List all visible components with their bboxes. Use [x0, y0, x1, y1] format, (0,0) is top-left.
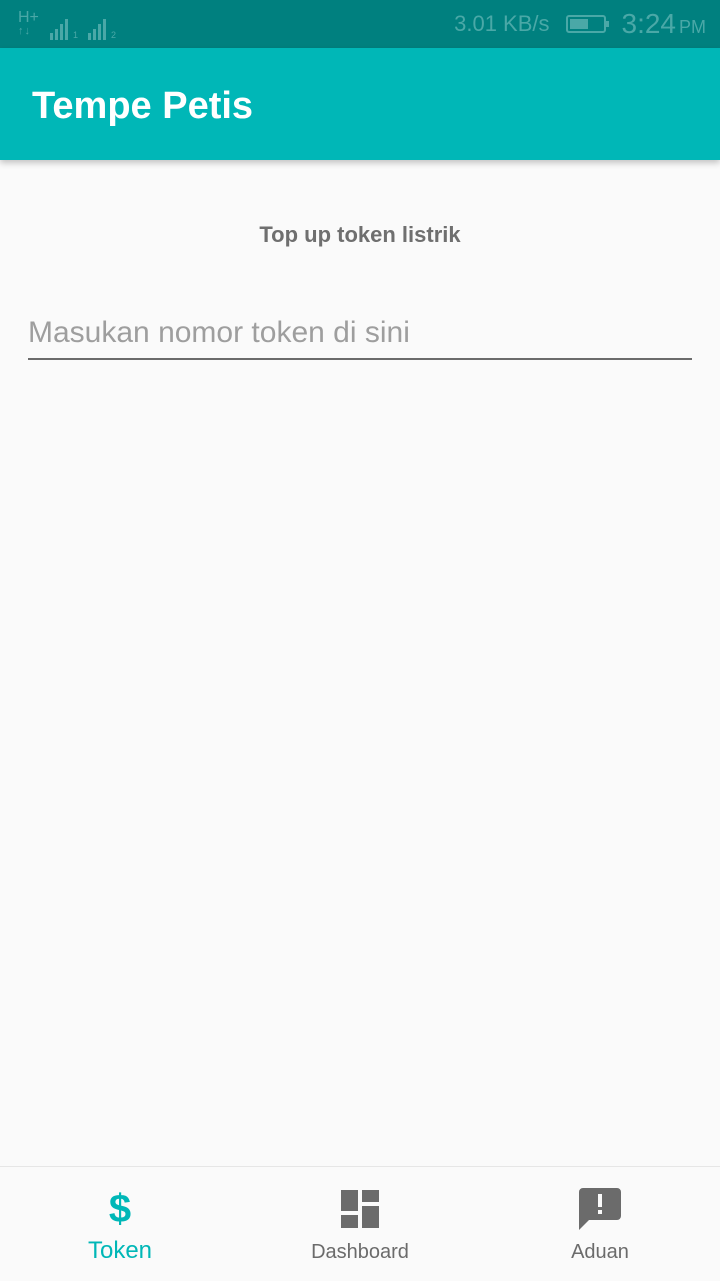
section-title: Top up token listrik [259, 222, 461, 247]
network-speed: 3.01 KB/s [454, 11, 550, 36]
feedback-icon [578, 1187, 622, 1231]
status-left: H+ ↑↓ 1 2 [18, 8, 116, 40]
nav-item-aduan[interactable]: Aduan [480, 1167, 720, 1281]
nav-item-dashboard[interactable]: Dashboard [240, 1167, 480, 1281]
sim1-label: 1 [73, 30, 79, 40]
nav-item-token[interactable]: $ Token [0, 1167, 240, 1281]
sim2-signal-icon: 2 [88, 16, 116, 40]
network-type-label: H+ [18, 9, 39, 26]
app-bar: Tempe Petis [0, 48, 720, 160]
dashboard-icon [338, 1187, 382, 1231]
clock: 3:24 PM [622, 8, 707, 40]
clock-ampm: PM [679, 17, 706, 37]
nav-label-token: Token [87, 1237, 153, 1264]
bottom-navigation: $ Token Dashboard Aduan [0, 1166, 720, 1281]
network-type-indicator: H+ ↑↓ [18, 10, 40, 40]
sim2-label: 2 [111, 30, 117, 40]
status-right: 3.01 KB/s 3:24 PM [454, 0, 706, 48]
battery-icon [565, 15, 609, 33]
clock-time: 3:24 [621, 8, 677, 39]
status-bar: H+ ↑↓ 1 2 3.01 KB/s 3:24 PM [0, 0, 720, 48]
nav-label-dashboard: Dashboard [311, 1241, 409, 1263]
main-content: Top up token listrik [0, 160, 720, 1166]
token-number-input[interactable] [28, 308, 692, 360]
sim1-signal-icon: 1 [50, 16, 78, 40]
dollar-icon: $ [108, 1187, 132, 1231]
nav-label-aduan: Aduan [571, 1241, 629, 1263]
app-title: Tempe Petis [32, 85, 254, 127]
data-activity-icon: ↑↓ [18, 25, 31, 37]
